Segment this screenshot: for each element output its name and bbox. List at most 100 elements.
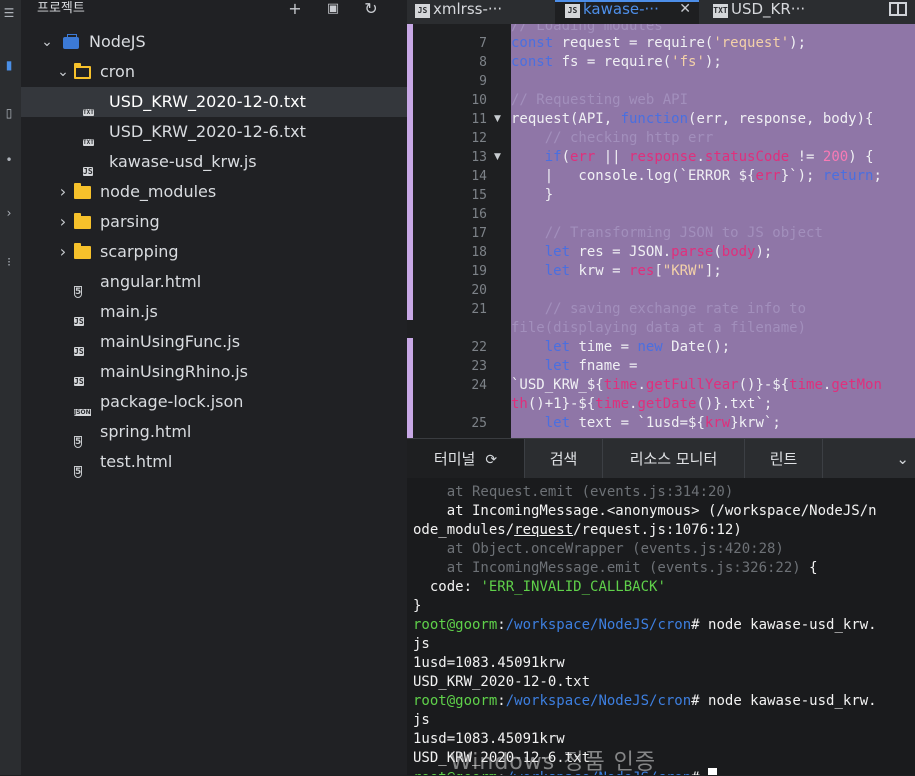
line-number: 20 xyxy=(471,283,487,298)
tab-kawase[interactable]: JS kawase-··· ✕ xyxy=(555,0,699,24)
tree-item[interactable]: JS mainUsingRhino.js xyxy=(21,357,407,387)
tab-label: xmlrss-··· xyxy=(433,0,503,18)
line-number: 9 xyxy=(479,74,487,89)
settings-icon[interactable]: ⁝ xyxy=(2,255,16,269)
code-line: file(displaying data at a filename) xyxy=(511,320,807,336)
tree-item[interactable]: JS main.js xyxy=(21,297,407,327)
tree-item[interactable]: › scarpping xyxy=(21,237,407,267)
js-file-icon: JS xyxy=(83,167,93,176)
tree-item[interactable]: TXT USD_KRW_2020-12-6.txt xyxy=(21,117,407,147)
arrow-right-icon[interactable]: › xyxy=(2,206,16,220)
tree-item[interactable]: ⌄ NodeJS xyxy=(21,27,407,57)
line-number: 12 xyxy=(471,131,487,146)
line-number: 24 xyxy=(471,378,487,393)
pin-icon[interactable]: • xyxy=(2,153,16,167)
chevron-right-icon[interactable]: › xyxy=(57,237,69,267)
terminal-line: at Object.onceWrapper (events.js:420:28) xyxy=(413,541,784,557)
tab-xmlrss[interactable]: JS xmlrss-··· xyxy=(415,0,555,24)
tab-search[interactable]: 검색 xyxy=(525,439,603,479)
tab-label: kawase-··· xyxy=(583,0,659,18)
terminal-line: } xyxy=(413,598,422,614)
explorer-header: 프로젝트 + ▣ ↻ xyxy=(21,0,407,24)
terminal-cursor xyxy=(708,768,718,775)
add-icon[interactable]: + xyxy=(285,0,305,18)
terminal-output[interactable]: at Request.emit (events.js:314:20) at In… xyxy=(407,478,915,775)
chevron-down-icon[interactable]: ⌄ xyxy=(41,27,53,57)
line-number: 18 xyxy=(471,245,487,260)
code-line: // checking http err xyxy=(544,130,714,146)
folder-open-icon xyxy=(74,63,91,80)
html5-file-icon: 5 xyxy=(74,286,83,298)
js-file-icon: JS xyxy=(74,317,84,326)
code-line: `USD_KRW_${time.getFullYear()}-${time.ge… xyxy=(511,377,882,393)
explorer-icon[interactable]: ▮ xyxy=(2,58,16,72)
fold-arrow-icon[interactable]: ▼ xyxy=(494,148,501,167)
tree-item[interactable]: › node_modules xyxy=(21,177,407,207)
change-marker xyxy=(407,24,413,320)
terminal-line: USD_KRW_2020-12-0.txt xyxy=(413,674,591,690)
split-editor-icon[interactable] xyxy=(889,2,907,16)
chevron-down-icon[interactable]: ⌄ xyxy=(896,450,909,468)
line-number: 19 xyxy=(471,264,487,279)
window-icon[interactable]: ▯ xyxy=(2,106,16,120)
terminal-line: at Request.emit (events.js:314:20) xyxy=(413,484,734,500)
tree-item-label: USD_KRW_2020-12-0.txt xyxy=(109,92,306,111)
menu-icon[interactable]: ☰ xyxy=(2,6,16,20)
refresh-icon[interactable]: ⟳ xyxy=(485,452,497,468)
code-line: const request = require('request'); xyxy=(511,35,807,51)
chevron-right-icon[interactable]: › xyxy=(57,207,69,237)
file-tree: ⌄ NodeJS ⌄ cron TXT USD_KRW_2020-12-0.txt TXT U… xyxy=(21,27,407,478)
line-number: 13 xyxy=(471,150,487,165)
tree-item[interactable]: 5 spring.html xyxy=(21,417,407,448)
tree-item-label: spring.html xyxy=(100,422,192,441)
js-file-icon: JS xyxy=(565,4,580,18)
activity-bar: ☰ ▮ ▯ • › ⁝ xyxy=(0,0,22,775)
line-number: 25 xyxy=(471,416,487,431)
terminal-line: 1usd=1083.45091krw xyxy=(413,655,565,671)
line-number: 10 xyxy=(471,93,487,108)
tab-terminal[interactable]: 터미널 ⟳ xyxy=(407,439,525,479)
terminal-line: js xyxy=(413,712,430,728)
txt-file-icon: TXT xyxy=(713,4,728,18)
fold-arrow-icon[interactable]: ▼ xyxy=(494,110,501,129)
json-file-icon: JSON xyxy=(74,409,91,416)
tree-item[interactable]: JS mainUsingFunc.js xyxy=(21,327,407,357)
terminal-line: at IncomingMessage.<anonymous> (/workspa… xyxy=(413,503,877,519)
line-number: 21 xyxy=(471,302,487,317)
tree-item[interactable]: TXT USD_KRW_2020-12-0.txt xyxy=(21,87,407,117)
chevron-down-icon[interactable]: ⌄ xyxy=(57,57,69,87)
code-line: | console.log(`ERROR ${err}`); return; xyxy=(511,168,882,184)
tree-item[interactable]: JSON package-lock.json xyxy=(21,387,407,417)
terminal-line: ode_modules/request/request.js:1076:12) xyxy=(413,522,742,538)
tree-item[interactable]: › parsing xyxy=(21,207,407,237)
chevron-right-icon[interactable]: › xyxy=(57,177,69,207)
tab-lint[interactable]: 린트 xyxy=(745,439,823,479)
tree-item-label: parsing xyxy=(100,212,160,231)
tree-item-label: kawase-usd_krw.js xyxy=(109,152,257,171)
close-icon[interactable]: ✕ xyxy=(679,2,691,16)
code-line: // Requesting web API xyxy=(511,92,689,108)
tab-label: USD_KR··· xyxy=(731,0,806,18)
folder-icon xyxy=(74,213,91,230)
tree-item-label: USD_KRW_2020-12-6.txt xyxy=(109,122,306,141)
tree-item-label: NodeJS xyxy=(89,32,146,51)
tree-item[interactable]: 5 test.html xyxy=(21,447,407,478)
tree-item-label: cron xyxy=(100,62,135,81)
code-editor[interactable]: 7 8 9 10 11 12 13 14 15 16 17 18 19 20 21 22 23 24 25 ▼ ▼ … xyxy=(407,24,915,438)
html5-file-icon: 5 xyxy=(74,436,83,448)
refresh-icon[interactable]: ↻ xyxy=(361,0,381,18)
tab-usd-krw[interactable]: TXT USD_KR··· xyxy=(713,0,863,24)
code-line: let res = JSON.parse(body); xyxy=(544,244,773,260)
code-line: let krw = res["KRW"]; xyxy=(544,263,722,279)
tab-resource-monitor[interactable]: 리소스 모니터 xyxy=(603,439,745,479)
terminal-line: root@goorm:/workspace/NodeJS/cron# node … xyxy=(413,617,877,633)
tree-item[interactable]: ⌄ cron xyxy=(21,57,407,87)
js-file-icon: JS xyxy=(74,377,84,386)
line-number: 14 xyxy=(471,169,487,184)
tree-item[interactable]: 5 angular.html xyxy=(21,267,407,298)
folder-settings-icon[interactable]: ▣ xyxy=(323,0,343,18)
js-file-icon: JS xyxy=(74,347,84,356)
tree-item[interactable]: JS kawase-usd_krw.js xyxy=(21,147,407,177)
change-marker xyxy=(407,338,413,438)
code-line: let time = new Date(); xyxy=(544,339,731,355)
